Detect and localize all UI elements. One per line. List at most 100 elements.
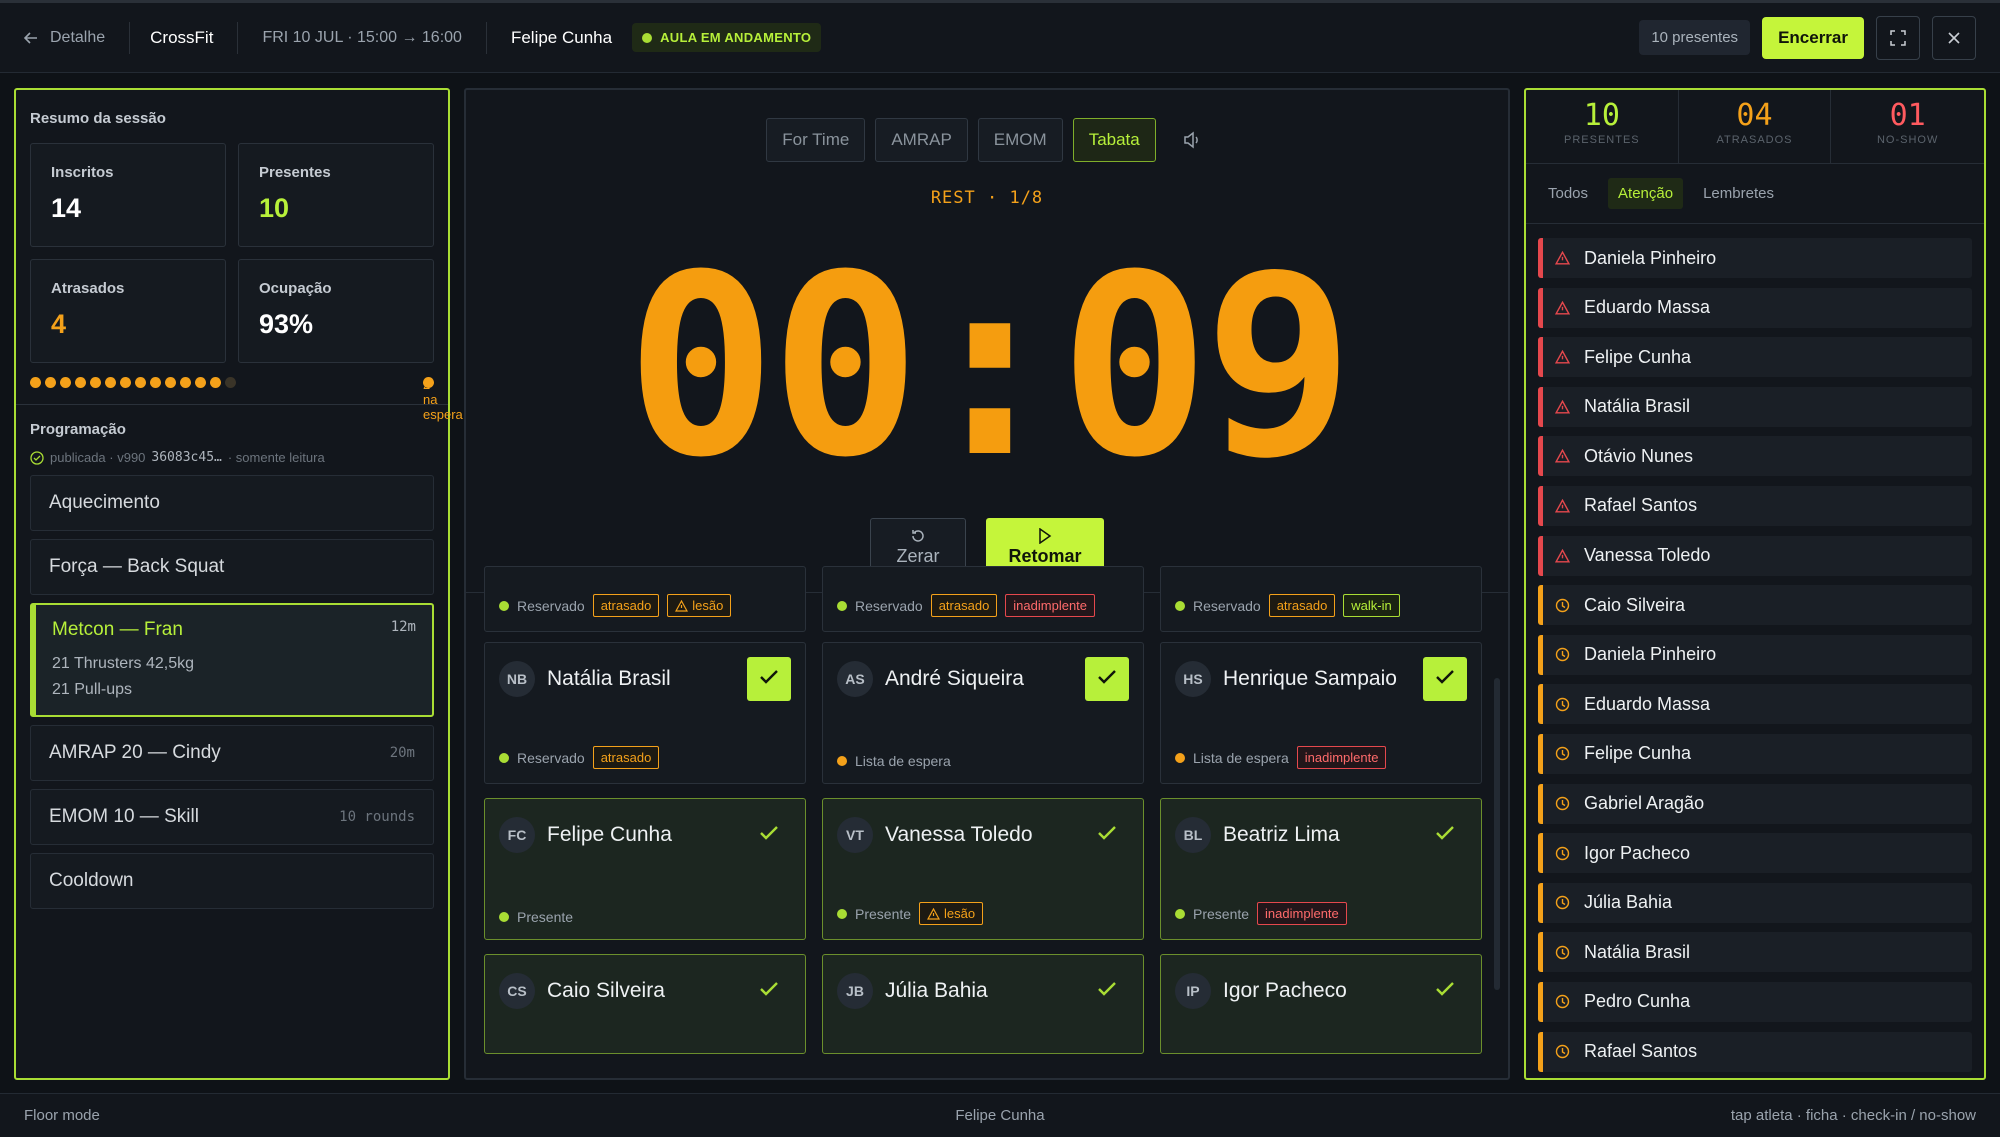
program-detail-line: 21 Thrusters 42,5kg bbox=[52, 655, 195, 672]
athlete-card[interactable]: FC Felipe Cunha Presente bbox=[484, 798, 806, 940]
attention-item[interactable]: Natália Brasil bbox=[1538, 932, 1972, 973]
fullscreen-icon bbox=[1890, 29, 1906, 46]
attention-item[interactable]: Otávio Nunes bbox=[1538, 436, 1972, 477]
status-dot-icon bbox=[837, 908, 847, 919]
program-item[interactable]: AMRAP 20 — Cindy 20m bbox=[30, 725, 434, 781]
check-icon bbox=[759, 981, 779, 1002]
occupancy-dot bbox=[180, 377, 191, 388]
athlete-card[interactable]: NB Natália Brasil Reservado atrasado bbox=[484, 642, 806, 784]
checkin-button[interactable] bbox=[747, 657, 791, 701]
attention-item[interactable]: Rafael Santos bbox=[1538, 485, 1972, 526]
timer-mode-tab[interactable]: Tabata bbox=[1072, 118, 1156, 162]
athlete-name: Caio Silveira bbox=[547, 979, 665, 1002]
athlete-tag-label: atrasado bbox=[938, 598, 990, 613]
attention-name: Rafael Santos bbox=[1584, 495, 1698, 516]
athlete-tag: lesão bbox=[919, 902, 984, 925]
attention-item[interactable]: Rafael Santos bbox=[1538, 1031, 1972, 1072]
attention-name: Igor Pacheco bbox=[1584, 842, 1691, 863]
athlete-card[interactable]: HS Henrique Sampaio Lista de espera inadimp… bbox=[1160, 642, 1482, 784]
attendance-tab[interactable]: Atenção bbox=[1608, 178, 1684, 209]
fullscreen-button[interactable] bbox=[1876, 15, 1920, 60]
program-item-name: Força — Back Squat bbox=[49, 556, 225, 577]
athlete-avatar: BL bbox=[1175, 817, 1211, 853]
program-item-active[interactable]: Metcon — Fran 12m 21 Thrusters 42,5kg 21 Pu… bbox=[30, 603, 434, 717]
stat-card: Ocupação 93% bbox=[238, 259, 434, 363]
athlete-card[interactable]: JB Júlia Bahia bbox=[822, 954, 1144, 1054]
athlete-card[interactable]: CS Caio Silveira bbox=[484, 954, 806, 1054]
athlete-name: Natália Brasil bbox=[547, 667, 671, 690]
athlete-tag-label: inadimplente bbox=[1013, 598, 1088, 613]
athlete-tag: atrasado bbox=[930, 594, 998, 617]
attention-item[interactable]: Eduardo Massa bbox=[1538, 684, 1972, 725]
sound-toggle[interactable] bbox=[1178, 118, 1208, 162]
checkin-button[interactable] bbox=[1423, 969, 1467, 1013]
occupancy-dot bbox=[75, 377, 86, 388]
check-icon bbox=[1435, 825, 1455, 846]
checkin-button[interactable] bbox=[747, 813, 791, 857]
athlete-card-partial[interactable]: Reservado atrasado inadimplente bbox=[822, 566, 1144, 632]
program-item[interactable]: Cooldown bbox=[30, 853, 434, 909]
attention-item[interactable]: Gabriel Aragão bbox=[1538, 783, 1972, 824]
checkin-button[interactable] bbox=[1423, 813, 1467, 857]
athlete-tag: walk-in bbox=[1343, 594, 1400, 617]
close-button[interactable] bbox=[1932, 15, 1976, 60]
attention-item[interactable]: Caio Silveira bbox=[1538, 585, 1972, 626]
attention-item[interactable]: Igor Pacheco bbox=[1538, 833, 1972, 874]
top-bar: Detalhe CrossFit FRI 10 JUL · 15:00 → 16… bbox=[0, 0, 2000, 73]
attention-item[interactable]: Júlia Bahia bbox=[1538, 882, 1972, 923]
timer-mode-tab[interactable]: EMOM bbox=[977, 118, 1063, 162]
back-button[interactable]: Detalhe bbox=[24, 21, 131, 54]
timer-mode-tab[interactable]: For Time bbox=[766, 118, 866, 162]
athlete-status: Reservado bbox=[1193, 597, 1261, 614]
program-item[interactable]: Aquecimento bbox=[30, 475, 434, 531]
athlete-status: Reservado bbox=[855, 597, 923, 614]
athlete-card-partial[interactable]: Reservado atrasado lesão bbox=[484, 566, 806, 632]
program-item[interactable]: Força — Back Squat bbox=[30, 539, 434, 595]
athlete-avatar: VT bbox=[837, 817, 873, 853]
attention-item[interactable]: Felipe Cunha bbox=[1538, 337, 1972, 378]
attention-item[interactable]: Daniela Pinheiro bbox=[1538, 238, 1972, 278]
athlete-card[interactable]: BL Beatriz Lima Presente inadimplente bbox=[1160, 798, 1482, 940]
attendance-tab[interactable]: Todos bbox=[1538, 178, 1598, 209]
roster-scrollbar[interactable] bbox=[1494, 678, 1500, 990]
athlete-card[interactable]: VT Vanessa Toledo Presente lesão bbox=[822, 798, 1144, 940]
attention-item[interactable]: Daniela Pinheiro bbox=[1538, 634, 1972, 675]
clock-icon bbox=[1555, 746, 1570, 761]
status-dot-icon bbox=[499, 600, 509, 611]
checkin-button[interactable] bbox=[1085, 813, 1129, 857]
speaker-icon bbox=[1183, 131, 1198, 149]
check-icon bbox=[1097, 825, 1117, 846]
athlete-status: Presente bbox=[855, 905, 912, 922]
status-dot-icon bbox=[1175, 908, 1185, 919]
attendance-tab[interactable]: Lembretes bbox=[1693, 178, 1784, 209]
status-dot-icon bbox=[499, 912, 509, 922]
timer-mode-tab[interactable]: AMRAP bbox=[875, 118, 968, 162]
occupancy-dot bbox=[90, 377, 101, 388]
checkin-button[interactable] bbox=[747, 969, 791, 1013]
attendance-kpis: 10 PRESENTES 04 ATRASADOS 01 NO-SHOW bbox=[1526, 90, 1984, 164]
occupancy-dot bbox=[210, 377, 221, 388]
attention-item[interactable]: Felipe Cunha bbox=[1538, 733, 1972, 774]
clock-icon bbox=[1555, 697, 1570, 712]
occupancy-dot bbox=[150, 377, 161, 388]
athlete-card-partial[interactable]: Reservado atrasado walk-in bbox=[1160, 566, 1482, 632]
timer-phase: REST · 1/8 bbox=[930, 188, 1044, 208]
athlete-card[interactable]: IP Igor Pacheco bbox=[1160, 954, 1482, 1054]
attention-item[interactable]: Pedro Cunha bbox=[1538, 981, 1972, 1022]
checkin-button[interactable] bbox=[1085, 657, 1129, 701]
attention-item[interactable]: Natália Brasil bbox=[1538, 386, 1972, 427]
athlete-card[interactable]: AS André Siqueira Lista de espera bbox=[822, 642, 1144, 784]
attention-item[interactable]: Eduardo Massa bbox=[1538, 287, 1972, 328]
kpi-label: PRESENTES bbox=[1564, 134, 1640, 146]
checkin-button[interactable] bbox=[1085, 969, 1129, 1013]
program-item[interactable]: EMOM 10 — Skill 10 rounds bbox=[30, 789, 434, 845]
checkin-button[interactable] bbox=[1423, 657, 1467, 701]
kpi-label: ATRASADOS bbox=[1716, 134, 1793, 146]
athlete-avatar: IP bbox=[1175, 973, 1211, 1009]
attendance-panel: 10 PRESENTES 04 ATRASADOS 01 NO-SHOW Todos Ate… bbox=[1524, 88, 1986, 1080]
athlete-tag-label: atrasado bbox=[600, 750, 652, 765]
end-class-button[interactable]: Encerrar bbox=[1762, 16, 1864, 59]
attention-name: Natália Brasil bbox=[1584, 941, 1691, 962]
attention-item[interactable]: Vanessa Toledo bbox=[1538, 535, 1972, 576]
program-item-duration: 20m bbox=[389, 745, 415, 761]
